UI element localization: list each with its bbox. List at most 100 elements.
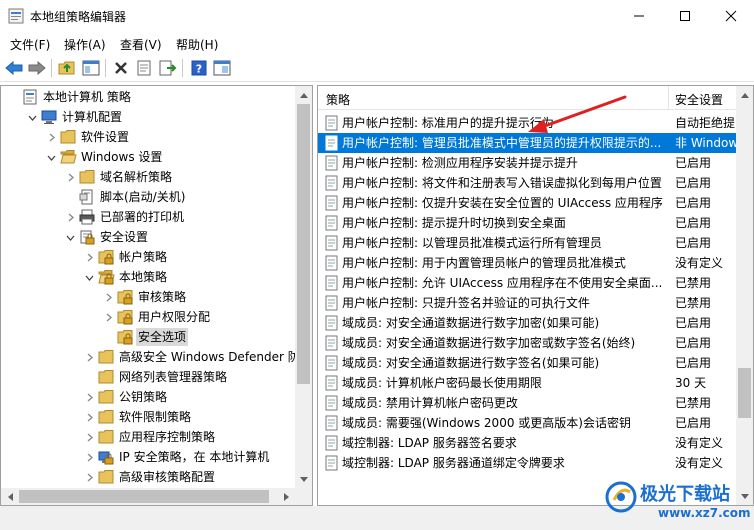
chevron-down-icon[interactable] [45, 150, 57, 164]
policy-row[interactable]: 域成员: 需要强(Windows 2000 或更高版本)会话密钥 已启用 [318, 413, 738, 433]
scroll-up-arrow[interactable] [295, 86, 312, 103]
folder-up-icon [58, 61, 75, 75]
chevron-right-icon[interactable] [45, 130, 57, 144]
tree-item[interactable]: 本地策略 [1, 267, 297, 287]
scroll-left-arrow[interactable] [1, 488, 18, 505]
chevron-down-icon[interactable] [26, 110, 38, 124]
scroll-thumb[interactable] [297, 104, 310, 384]
tree-item[interactable]: 脚本(启动/关机) [1, 187, 297, 207]
folder-lock-open-icon [98, 270, 115, 285]
aurora-logo-icon [605, 481, 637, 513]
maximize-button[interactable] [662, 0, 708, 32]
tree-item-label: 高级审核策略配置 [119, 470, 216, 484]
policy-row[interactable]: 用户帐户控制: 将文件和注册表写入错误虚拟化到每用户位置 已启用 [318, 173, 738, 193]
security-setting-value: 没有定义 [675, 436, 724, 450]
chevron-right-icon[interactable] [83, 350, 95, 364]
chevron-right-icon[interactable] [83, 470, 95, 484]
policy-row[interactable]: 域控制器: LDAP 服务器签名要求 没有定义 [318, 433, 738, 453]
policy-row[interactable]: 域成员: 对安全通道数据进行数字加密或数字签名(始终) 已启用 [318, 333, 738, 353]
policy-row[interactable]: 用户帐户控制: 仅提升安装在安全位置的 UIAccess 应用程序 已启用 [318, 193, 738, 213]
policy-name: 域成员: 对安全通道数据进行数字加密或数字签名(始终) [342, 336, 636, 350]
policy-row[interactable]: 用户帐户控制: 允许 UIAccess 应用程序在不使用安全桌面... 已禁用 [318, 273, 738, 293]
policy-setting-icon [325, 415, 338, 431]
menu-view[interactable]: 查看(V) [120, 36, 162, 53]
chevron-right-icon[interactable] [102, 290, 114, 304]
tree-item[interactable]: 高级审核策略配置 [1, 467, 297, 487]
up-one-level-button[interactable] [57, 58, 77, 78]
view-icon [213, 60, 231, 76]
security-setting-value: 已禁用 [675, 396, 712, 410]
chevron-right-icon[interactable] [83, 410, 95, 424]
back-button[interactable] [4, 58, 24, 78]
policy-row[interactable]: 用户帐户控制: 检测应用程序安装并提示提升 已启用 [318, 153, 738, 173]
policy-row[interactable]: 用户帐户控制: 以管理员批准模式运行所有管理员 已启用 [318, 233, 738, 253]
tree-pane: 本地计算机 策略 计算机配置 软件设置 Windows 设置 域名解析策略 脚本(启动/关… [0, 85, 313, 506]
scroll-right-arrow[interactable] [278, 488, 295, 505]
tree-item[interactable]: 应用程序控制策略 [1, 427, 297, 447]
scroll-up-arrow[interactable] [736, 86, 753, 103]
menu-file[interactable]: 文件(F) [10, 36, 50, 53]
chevron-right-icon[interactable] [64, 210, 76, 224]
chevron-right-icon[interactable] [83, 430, 95, 444]
column-header-security-setting[interactable]: 安全设置 [675, 91, 723, 108]
tree-horizontal-scrollbar[interactable] [1, 488, 295, 505]
column-header-policy[interactable]: 策略 [326, 91, 350, 108]
tree-item[interactable]: 安全设置 [1, 227, 297, 247]
policy-setting-icon [325, 215, 338, 231]
tree-item[interactable]: 软件限制策略 [1, 407, 297, 427]
tree-item[interactable]: 软件设置 [1, 127, 297, 147]
tree-item[interactable]: 安全选项 [1, 327, 297, 347]
policy-row[interactable]: 用户帐户控制: 提示提升时切换到安全桌面 已启用 [318, 213, 738, 233]
chevron-up-icon [299, 92, 308, 98]
policy-row[interactable]: 域成员: 对安全通道数据进行数字签名(如果可能) 已启用 [318, 353, 738, 373]
toolbar: ? [0, 54, 754, 82]
tree-vertical-scrollbar[interactable] [295, 86, 312, 488]
tree-item[interactable]: 高级安全 Windows Defender 防火 [1, 347, 312, 367]
chevron-down-icon[interactable] [83, 270, 95, 284]
policy-setting-icon [325, 155, 338, 171]
policy-row[interactable]: 用户帐户控制: 用于内置管理员帐户的管理员批准模式 没有定义 [318, 253, 738, 273]
hscroll-thumb[interactable] [19, 490, 269, 503]
chevron-right-icon[interactable] [83, 390, 95, 404]
policy-row[interactable]: 域成员: 对安全通道数据进行数字加密(如果可能) 已启用 [318, 313, 738, 333]
minimize-button[interactable] [616, 0, 662, 32]
show-hide-tree-button[interactable] [81, 58, 101, 78]
properties-button[interactable] [134, 58, 154, 78]
tree-item[interactable]: 帐户策略 [1, 247, 297, 267]
tree-item[interactable]: Windows 设置 [1, 147, 297, 167]
chevron-right-icon[interactable] [64, 170, 76, 184]
tree-item[interactable]: 网络列表管理器策略 [1, 367, 297, 387]
list-vertical-scrollbar[interactable] [736, 86, 753, 505]
tree-item[interactable]: IP 安全策略，在 本地计算机 [1, 447, 297, 467]
tree-item[interactable]: 域名解析策略 [1, 167, 297, 187]
chevron-right-icon[interactable] [83, 250, 95, 264]
forward-arrow-icon [28, 61, 46, 75]
tree-item[interactable]: 审核策略 [1, 287, 297, 307]
chevron-down-icon[interactable] [64, 230, 76, 244]
forward-button[interactable] [27, 58, 47, 78]
policy-row[interactable]: 域成员: 禁用计算机帐户密码更改 已禁用 [318, 393, 738, 413]
menu-action[interactable]: 操作(A) [64, 36, 106, 53]
tree-item[interactable]: 公钥策略 [1, 387, 297, 407]
policy-row[interactable]: 用户帐户控制: 只提升签名并验证的可执行文件 已禁用 [318, 293, 738, 313]
folder-icon [98, 370, 114, 384]
policy-row[interactable]: 域控制器: LDAP 服务器通道绑定令牌要求 没有定义 [318, 453, 738, 473]
tree-item[interactable]: 本地计算机 策略 [1, 87, 297, 107]
tree-item[interactable]: 计算机配置 [1, 107, 297, 127]
scroll-down-arrow[interactable] [295, 471, 312, 488]
tree-item[interactable]: 用户权限分配 [1, 307, 297, 327]
help-button[interactable]: ? [189, 58, 209, 78]
view-button[interactable] [212, 58, 232, 78]
menu-help[interactable]: 帮助(H) [176, 36, 218, 53]
delete-button[interactable] [111, 58, 131, 78]
tree-item-label: 安全选项 [136, 328, 189, 346]
tree-item-label: 应用程序控制策略 [119, 430, 216, 444]
scroll-thumb[interactable] [738, 368, 751, 418]
tree-item[interactable]: 已部署的打印机 [1, 207, 297, 227]
chevron-right-icon[interactable] [102, 310, 114, 324]
close-button[interactable] [708, 0, 754, 32]
policy-row[interactable]: 域成员: 计算机帐户密码最长使用期限 30 天 [318, 373, 738, 393]
export-list-button[interactable] [158, 58, 178, 78]
chevron-right-icon[interactable] [83, 450, 95, 464]
policy-name: 域成员: 对安全通道数据进行数字签名(如果可能) [342, 356, 600, 370]
